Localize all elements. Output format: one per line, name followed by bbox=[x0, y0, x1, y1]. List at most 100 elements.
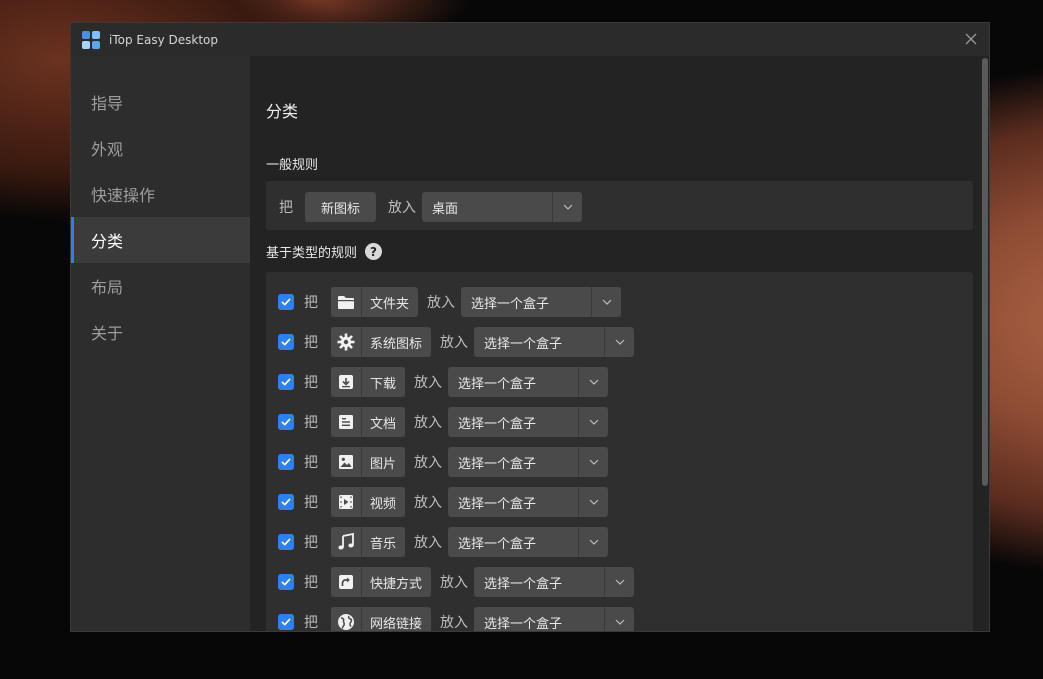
box-select[interactable]: 选择一个盒子 bbox=[474, 607, 635, 631]
put-word: 把 bbox=[304, 335, 318, 351]
sidebar: 指导 外观 快速操作 分类 布局 关于 bbox=[71, 56, 250, 631]
sidebar-item-label: 快速操作 bbox=[91, 186, 156, 205]
window-title: iTop Easy Desktop bbox=[109, 32, 218, 47]
chip-label: 新图标 bbox=[321, 201, 361, 217]
put-word: 把 bbox=[279, 200, 293, 216]
put-word: 把 bbox=[304, 535, 318, 551]
box-select[interactable]: 选择一个盒子 bbox=[448, 407, 609, 437]
sidebar-item-label: 关于 bbox=[91, 324, 124, 343]
chip-label: 快捷方式 bbox=[370, 576, 423, 592]
download-icon bbox=[331, 367, 362, 397]
into-word: 放入 bbox=[414, 495, 443, 511]
chevron-down-icon bbox=[578, 487, 608, 517]
into-word: 放入 bbox=[440, 335, 469, 351]
chip-label: 网络链接 bbox=[370, 616, 423, 632]
general-rule-panel: 把 新图标 放入 桌面 bbox=[266, 181, 973, 230]
sidebar-item-categories[interactable]: 分类 bbox=[71, 217, 250, 263]
put-word: 把 bbox=[304, 415, 318, 431]
rule-checkbox[interactable] bbox=[278, 614, 294, 630]
put-word: 把 bbox=[304, 615, 318, 631]
select-value: 选择一个盒子 bbox=[458, 536, 537, 552]
folder-icon bbox=[331, 287, 362, 317]
rule-checkbox[interactable] bbox=[278, 334, 294, 350]
rule-checkbox[interactable] bbox=[278, 574, 294, 590]
sidebar-item-label: 指导 bbox=[91, 94, 124, 113]
type-rule-row: 把 图片 放入 选择一个盒子 bbox=[278, 447, 609, 477]
type-rule-row: 把 文档 放入 选择一个盒子 bbox=[278, 407, 609, 437]
rule-checkbox[interactable] bbox=[278, 534, 294, 550]
select-value: 选择一个盒子 bbox=[458, 456, 537, 472]
sidebar-item-label: 分类 bbox=[91, 232, 124, 251]
rule-checkbox[interactable] bbox=[278, 454, 294, 470]
chevron-down-icon bbox=[578, 367, 608, 397]
put-word: 把 bbox=[304, 575, 318, 591]
sidebar-item-layout[interactable]: 布局 bbox=[71, 263, 250, 309]
file-type-chip[interactable]: 视频 bbox=[331, 487, 406, 517]
general-target-select[interactable]: 桌面 bbox=[422, 192, 583, 222]
sidebar-item-about[interactable]: 关于 bbox=[71, 309, 250, 355]
type-rules-heading: 基于类型的规则 bbox=[266, 246, 358, 261]
box-select[interactable]: 选择一个盒子 bbox=[448, 367, 609, 397]
box-select[interactable]: 选择一个盒子 bbox=[474, 327, 635, 357]
file-type-chip[interactable]: 文档 bbox=[331, 407, 406, 437]
music-icon bbox=[331, 527, 362, 557]
chip-label: 文件夹 bbox=[370, 296, 410, 312]
into-word: 放入 bbox=[414, 535, 443, 551]
file-type-chip[interactable]: 音乐 bbox=[331, 527, 406, 557]
sidebar-item-quick-actions[interactable]: 快速操作 bbox=[71, 171, 250, 217]
general-rules-heading: 一般规则 bbox=[266, 158, 319, 173]
rule-checkbox[interactable] bbox=[278, 374, 294, 390]
box-select[interactable]: 选择一个盒子 bbox=[448, 487, 609, 517]
scrollbar-thumb[interactable] bbox=[982, 58, 988, 486]
box-select[interactable]: 选择一个盒子 bbox=[448, 447, 609, 477]
file-type-chip[interactable]: 下载 bbox=[331, 367, 406, 397]
chip-label: 文档 bbox=[370, 416, 397, 432]
type-rule-row: 把 音乐 放入 选择一个盒子 bbox=[278, 527, 609, 557]
new-icon-chip[interactable]: 新图标 bbox=[305, 192, 377, 222]
document-icon bbox=[331, 407, 362, 437]
globe-icon bbox=[331, 607, 362, 631]
chevron-down-icon bbox=[578, 407, 608, 437]
file-type-chip[interactable]: 系统图标 bbox=[331, 327, 432, 357]
sidebar-item-guide[interactable]: 指导 bbox=[71, 79, 250, 125]
rule-checkbox[interactable] bbox=[278, 494, 294, 510]
select-value: 选择一个盒子 bbox=[458, 496, 537, 512]
rule-checkbox[interactable] bbox=[278, 294, 294, 310]
put-word: 把 bbox=[304, 295, 318, 311]
type-rule-row: 把 快捷方式 放入 选择一个盒子 bbox=[278, 567, 635, 597]
box-select[interactable]: 选择一个盒子 bbox=[461, 287, 622, 317]
select-value: 选择一个盒子 bbox=[484, 336, 563, 352]
close-button[interactable] bbox=[961, 29, 981, 49]
select-value: 桌面 bbox=[432, 201, 459, 217]
type-rule-row: 把 视频 放入 选择一个盒子 bbox=[278, 487, 609, 517]
chevron-down-icon bbox=[578, 527, 608, 557]
shortcut-icon bbox=[331, 567, 362, 597]
content-area: 分类 一般规则 把 新图标 放入 桌面 基于类型的规则 ? 把文件夹 放入 选择一个… bbox=[250, 56, 989, 631]
scrollbar[interactable] bbox=[981, 56, 989, 631]
into-word: 放入 bbox=[388, 200, 417, 216]
file-type-chip[interactable]: 文件夹 bbox=[331, 287, 419, 317]
sidebar-item-appearance[interactable]: 外观 bbox=[71, 125, 250, 171]
rule-checkbox[interactable] bbox=[278, 414, 294, 430]
file-type-chip[interactable]: 快捷方式 bbox=[331, 567, 432, 597]
into-word: 放入 bbox=[427, 295, 456, 311]
put-word: 把 bbox=[304, 455, 318, 471]
chevron-down-icon bbox=[591, 287, 621, 317]
type-rules-panel: 把文件夹 放入 选择一个盒子把系统图标 放入 选择一个盒子把下载 放入 选择一个盒子把文档放… bbox=[266, 272, 973, 631]
chip-label: 图片 bbox=[370, 456, 397, 472]
gear-icon bbox=[331, 327, 362, 357]
file-type-chip[interactable]: 网络链接 bbox=[331, 607, 432, 632]
select-value: 选择一个盒子 bbox=[484, 576, 563, 592]
type-rule-row: 把 文件夹 放入 选择一个盒子 bbox=[278, 287, 622, 317]
box-select[interactable]: 选择一个盒子 bbox=[474, 567, 635, 597]
page-title: 分类 bbox=[266, 102, 299, 121]
sidebar-item-label: 布局 bbox=[91, 278, 124, 297]
title-bar[interactable]: iTop Easy Desktop bbox=[71, 23, 989, 56]
box-select[interactable]: 选择一个盒子 bbox=[448, 527, 609, 557]
chip-label: 音乐 bbox=[370, 536, 397, 552]
file-type-chip[interactable]: 图片 bbox=[331, 447, 406, 477]
type-rules-heading-row: 基于类型的规则 ? bbox=[266, 242, 383, 261]
chevron-down-icon bbox=[604, 607, 634, 631]
help-icon[interactable]: ? bbox=[365, 243, 383, 260]
into-word: 放入 bbox=[440, 575, 469, 591]
